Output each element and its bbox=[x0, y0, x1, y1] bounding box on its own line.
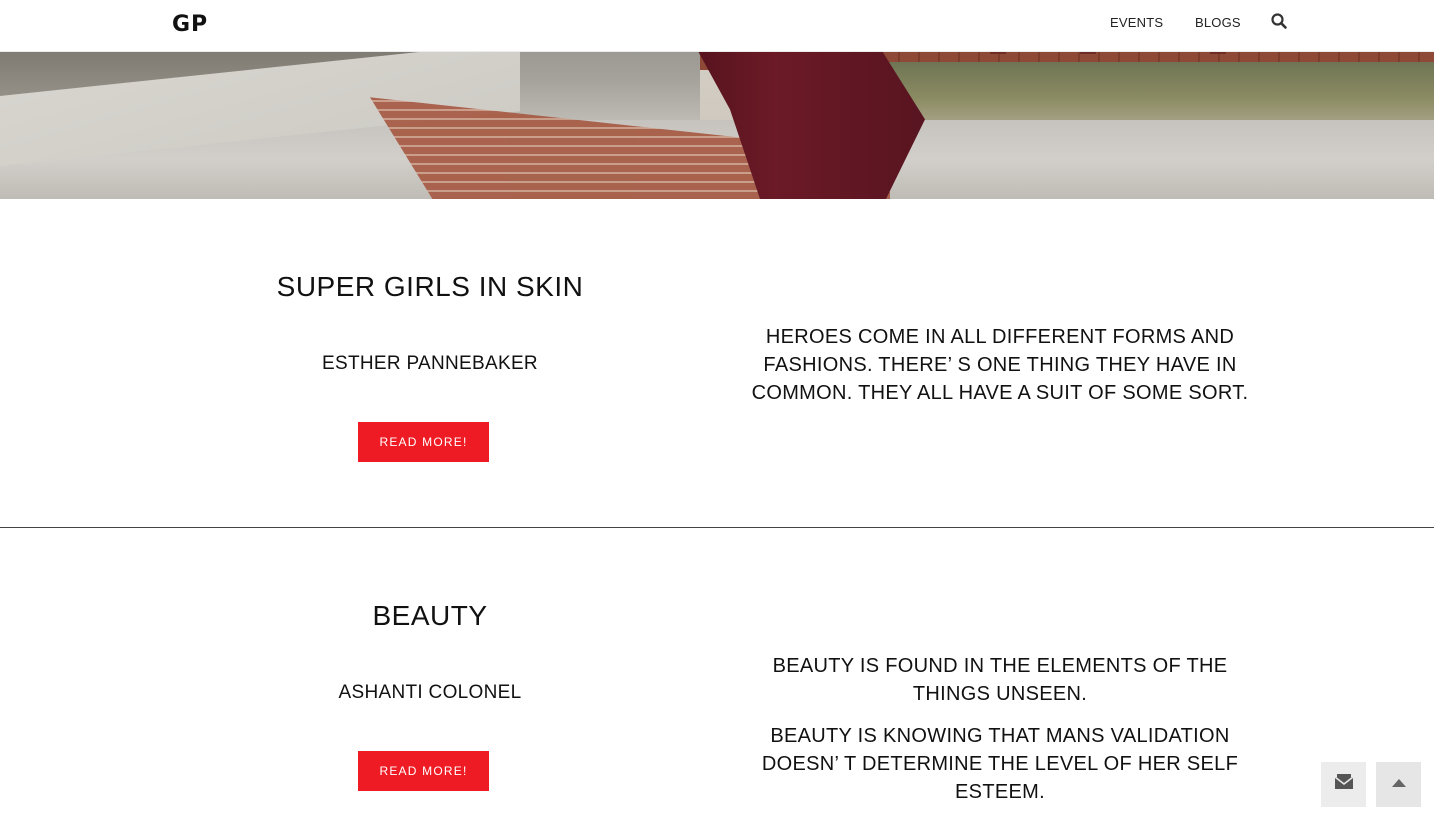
post-quote: BEAUTY IS FOUND IN THE ELEMENTS OF THE T… bbox=[772, 655, 1228, 705]
post-author: ASHANTI COLONEL bbox=[338, 682, 522, 703]
nav-item-blogs[interactable]: BLOGS bbox=[1195, 15, 1241, 30]
back-to-top-button[interactable] bbox=[1376, 762, 1421, 807]
post-card: BEAUTY ASHANTI COLONEL READ MORE! BEAUTY… bbox=[0, 528, 1434, 818]
site-header: GP EVENTS BLOGS bbox=[0, 0, 1434, 52]
envelope-icon bbox=[1334, 774, 1354, 795]
post-quote: HEROES COME IN ALL DIFFERENT FORMS AND F… bbox=[751, 326, 1249, 404]
nav-item-events[interactable]: EVENTS bbox=[1110, 15, 1163, 30]
contact-button[interactable] bbox=[1321, 762, 1366, 807]
post-quote-2: BEAUTY IS KNOWING THAT MANS VALIDATION D… bbox=[761, 725, 1239, 803]
search-icon[interactable] bbox=[1270, 12, 1288, 30]
read-more-button[interactable]: READ MORE! bbox=[358, 422, 489, 462]
post-card: SUPER GIRLS IN SKIN ESTHER PANNEBAKER RE… bbox=[0, 199, 1434, 527]
post-author: ESTHER PANNEBAKER bbox=[322, 353, 538, 374]
post-title: BEAUTY bbox=[372, 600, 488, 631]
read-more-button[interactable]: READ MORE! bbox=[358, 751, 489, 791]
chevron-up-icon bbox=[1391, 776, 1407, 794]
site-logo[interactable]: GP bbox=[172, 12, 208, 37]
post-title: SUPER GIRLS IN SKIN bbox=[276, 271, 584, 302]
